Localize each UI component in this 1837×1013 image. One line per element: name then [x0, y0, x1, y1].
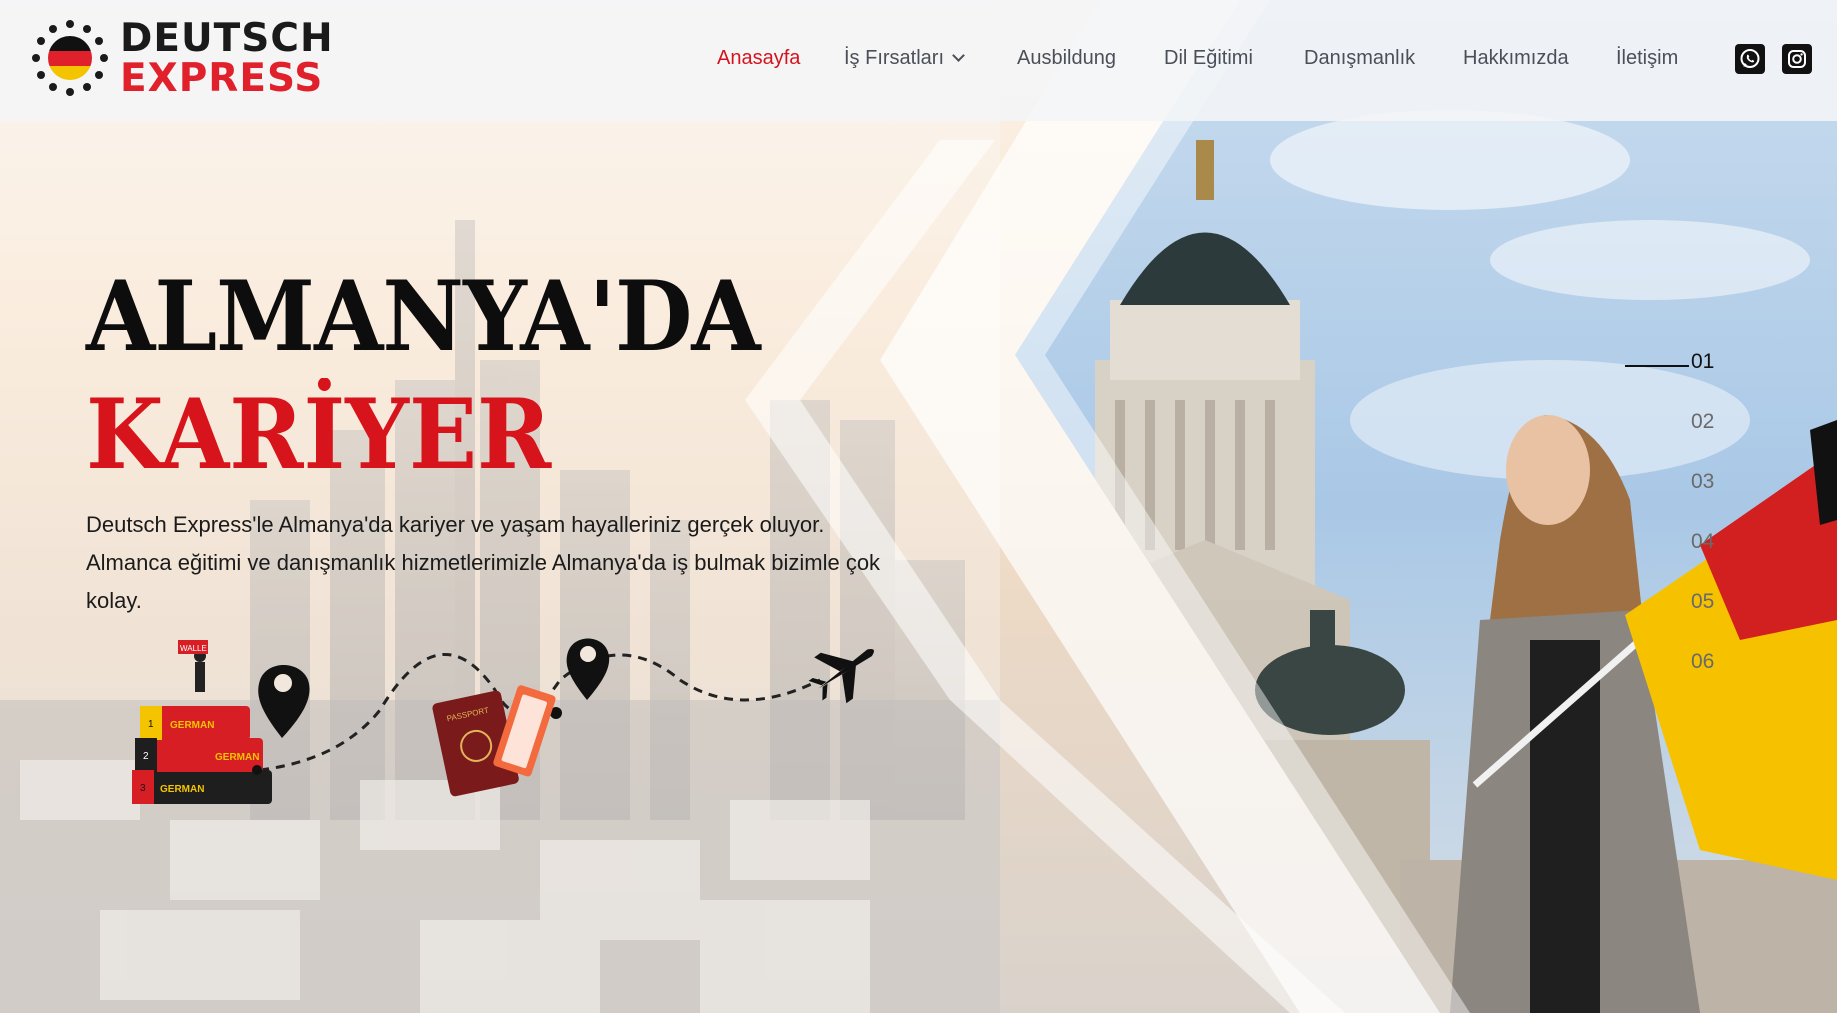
instagram-link[interactable]: [1782, 44, 1812, 74]
nav-item-anasayfa[interactable]: Anasayfa: [717, 44, 800, 72]
whatsapp-icon: [1740, 49, 1760, 68]
nav-item-ausbildung[interactable]: Ausbildung: [1017, 44, 1116, 72]
books-icon: GERMAN GERMAN GERMAN 1 2 3 WALLE: [132, 640, 272, 804]
nav-item-dil-egitimi[interactable]: Dil Eğitimi: [1164, 44, 1253, 72]
book-number-1: 1: [148, 719, 154, 730]
book-label-1: GERMAN: [170, 720, 214, 731]
book-sign-text: WALLE: [180, 644, 207, 653]
slide-indicator-06[interactable]: 06: [1691, 650, 1714, 674]
hero-title-line2: KARİYER: [86, 378, 552, 491]
book-label-2: GERMAN: [215, 752, 259, 763]
slide-indicator-01[interactable]: 01: [1691, 350, 1714, 374]
instagram-icon: [1788, 50, 1806, 68]
nav-item-is-firsatlari[interactable]: İş Fırsatları: [844, 44, 965, 72]
nav-item-iletisim[interactable]: İletişim: [1616, 44, 1678, 72]
hero-title-line1: ALMANYA'DA: [86, 260, 761, 373]
slide-indicator-03[interactable]: 03: [1691, 470, 1714, 494]
slider-active-line: [1625, 365, 1689, 367]
chevron-down-icon: [952, 49, 965, 62]
site-header: DEUTSCH EXPRESS Anasayfa İş Fırsatları A…: [0, 0, 1837, 121]
main-nav: Anasayfa İş Fırsatları Ausbildung Dil Eğ…: [0, 44, 1837, 74]
nav-item-is-firsatlari-label: İş Fırsatları: [844, 47, 945, 69]
book-number-3: 3: [140, 783, 146, 794]
slide-indicator-02[interactable]: 02: [1691, 410, 1714, 434]
hero-description: Deutsch Express'le Almanya'da kariyer ve…: [86, 512, 881, 613]
nav-item-danismanlik[interactable]: Danışmanlık: [1304, 44, 1415, 72]
slide-indicator-05[interactable]: 05: [1691, 590, 1714, 614]
book-label-3: GERMAN: [160, 784, 204, 795]
airplane-icon: [808, 649, 874, 704]
nav-item-hakkimizda[interactable]: Hakkımızda: [1463, 44, 1569, 72]
whatsapp-link[interactable]: [1735, 44, 1765, 74]
slide-indicator-04[interactable]: 04: [1691, 530, 1714, 554]
map-pin-icon: [550, 638, 610, 719]
book-number-2: 2: [143, 751, 149, 762]
journey-illustration: GERMAN GERMAN GERMAN 1 2 3 WALLE PASSPOR…: [132, 638, 874, 804]
